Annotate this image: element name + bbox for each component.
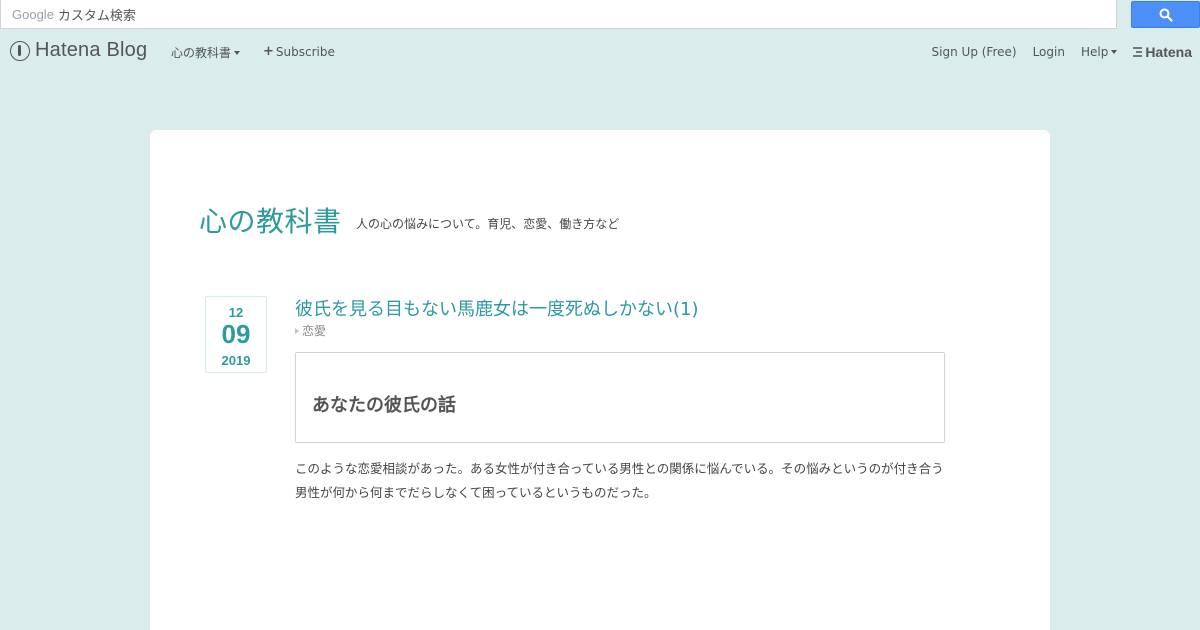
plus-icon: +	[263, 44, 274, 59]
global-header: Hatena Blog 心の教科書 + Subscribe Sign Up (F…	[0, 30, 1200, 72]
login-link[interactable]: Login	[1033, 45, 1065, 59]
date-year: 2019	[221, 353, 251, 368]
caret-down-icon	[1111, 50, 1118, 54]
blog-card: 心の教科書 人の心の悩みについて。育児、恋愛、働き方など 12 09 2019 …	[150, 130, 1050, 630]
search-bar: Google カスタム検索	[0, 0, 1200, 30]
date-month: 12	[228, 305, 244, 320]
date-day: 09	[221, 319, 251, 349]
blog-description: 人の心の悩みについて。育児、恋愛、働き方など	[356, 217, 620, 231]
signup-link[interactable]: Sign Up (Free)	[932, 45, 1017, 59]
hatena-logo[interactable]: Hatena	[1133, 44, 1192, 60]
entry-body: このような恋愛相談があった。ある女性が付き合っている男性との関係に悩んでいる。そ…	[295, 461, 944, 500]
help-menu[interactable]: Help	[1080, 45, 1118, 59]
search-button[interactable]	[1131, 1, 1200, 28]
search-placeholder: カスタム検索	[57, 8, 136, 24]
hatena-logo-text: Hatena	[1145, 44, 1192, 60]
blog-menu[interactable]: 心の教科書	[171, 44, 241, 61]
hatena-mark-icon	[1133, 46, 1143, 58]
blog-title[interactable]: 心の教科書	[199, 200, 342, 240]
caret-down-icon	[234, 50, 241, 55]
section-heading: あなたの彼氏の話	[312, 395, 456, 416]
user-nav: Sign Up (Free) Login Help Hatena	[916, 44, 1192, 60]
google-label: Google	[12, 6, 54, 22]
subscribe-button[interactable]: + Subscribe	[263, 44, 335, 59]
blog-menu-label: 心の教科書	[171, 46, 232, 60]
search-icon	[1159, 8, 1173, 22]
section-heading-box: あなたの彼氏の話	[295, 352, 945, 443]
entry-category[interactable]: 恋愛	[295, 322, 326, 339]
category-label: 恋愛	[302, 324, 327, 338]
hatena-blog-icon	[10, 40, 30, 61]
search-input[interactable]: Google カスタム検索	[0, 0, 1117, 29]
subscribe-label: Subscribe	[275, 44, 335, 59]
entry-title[interactable]: 彼氏を見る目もない馬鹿女は一度死ぬしかない(1)	[295, 295, 699, 321]
entry-date[interactable]: 12 09 2019	[205, 296, 267, 373]
hatena-blog-logo[interactable]: Hatena Blog	[10, 39, 147, 62]
help-label: Help	[1080, 45, 1109, 59]
brand-text: Hatena Blog	[35, 39, 148, 61]
triangle-right-icon	[295, 327, 299, 334]
